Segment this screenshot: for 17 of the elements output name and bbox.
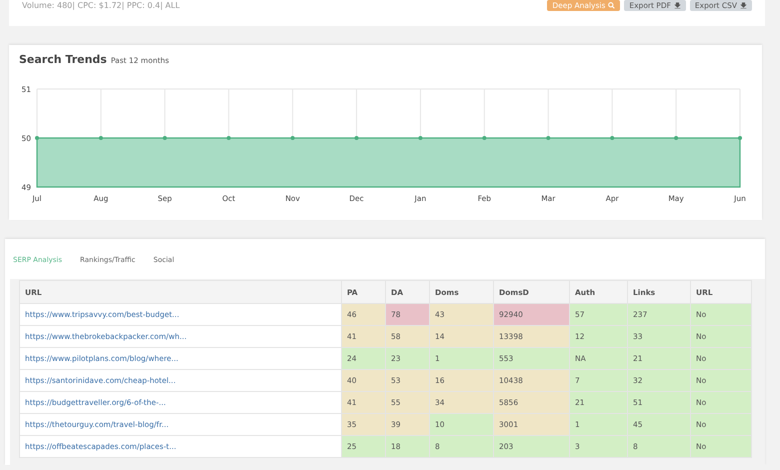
data-point [610, 136, 614, 140]
data-point [162, 136, 167, 140]
data-point [354, 136, 359, 140]
data-point [226, 136, 231, 140]
data-point [738, 136, 742, 140]
data-point [546, 136, 550, 140]
data-point [98, 136, 103, 140]
search-icon [608, 2, 616, 9]
download-icon [674, 2, 681, 9]
data-point [418, 136, 422, 140]
chart-title: Search Trends [19, 53, 107, 66]
download-icon [740, 2, 747, 9]
data-point [674, 136, 678, 140]
keyword-metrics: Volume: 480| CPC: $1.72| PPC: 0.4| ALL [22, 1, 180, 10]
data-point [35, 136, 39, 140]
data-point [482, 136, 486, 140]
data-point [290, 136, 295, 140]
